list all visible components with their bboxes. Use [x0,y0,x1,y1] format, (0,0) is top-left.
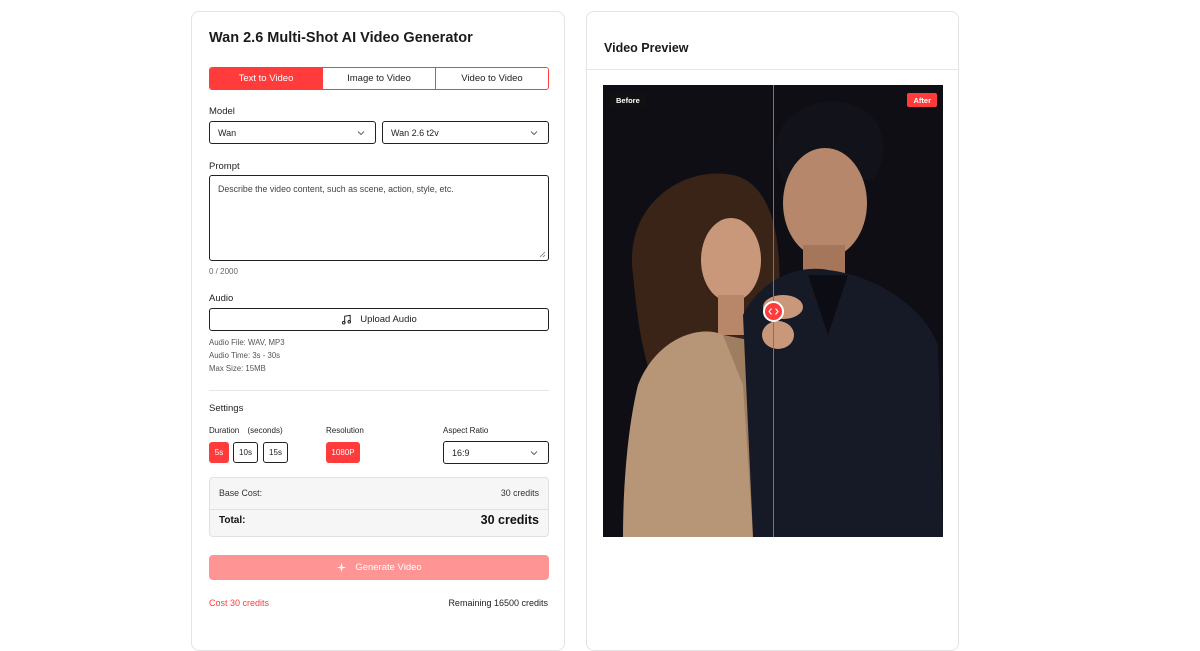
base-cost-value: 30 credits [500,488,539,498]
prompt-placeholder: Describe the video content, such as scen… [218,184,454,194]
mode-tabs: Text to Video Image to Video Video to Vi… [209,67,549,90]
total-value: 30 credits [480,513,539,527]
preview-panel: Video Preview Before After [586,11,959,651]
upload-audio-button[interactable]: Upload Audio [209,308,549,331]
chevron-down-icon [357,131,365,136]
resize-handle-icon[interactable] [539,251,546,258]
before-badge: Before [610,93,646,107]
preview-divider [587,69,958,70]
duration-option-15s[interactable]: 15s [263,442,288,463]
footer-remaining: Remaining 16500 credits [448,598,548,608]
music-note-icon [342,314,352,325]
prompt-char-counter: 0 / 2000 [209,267,238,276]
generate-video-label: Generate Video [355,562,422,573]
tab-image-to-video[interactable]: Image to Video [322,68,435,89]
audio-time-hint: Audio Time: 3s - 30s [209,351,281,360]
chevron-down-icon [530,451,538,456]
duration-option-5s[interactable]: 5s [209,442,229,463]
model-version-select[interactable]: Wan 2.6 t2v [382,121,549,144]
model-label: Model [209,106,235,117]
footer-cost: Cost 30 credits [209,598,270,608]
generate-video-button[interactable]: Generate Video [209,555,549,580]
aspect-ratio-label: Aspect Ratio [443,426,489,435]
prompt-textarea[interactable]: Describe the video content, such as scen… [209,175,549,261]
compare-arrows-icon [768,308,779,315]
generator-title: Wan 2.6 Multi-Shot AI Video Generator [209,30,473,46]
tab-video-to-video[interactable]: Video to Video [435,68,548,89]
tab-text-to-video[interactable]: Text to Video [210,68,322,89]
cost-summary: Base Cost: 30 credits Total: 30 credits [209,477,549,537]
duration-option-10s[interactable]: 10s [233,442,258,463]
cost-divider [210,509,548,510]
duration-label-text: Duration [209,426,240,435]
total-label: Total: [219,515,246,526]
upload-audio-label: Upload Audio [360,314,417,325]
before-after-comparison[interactable]: Before After [603,85,943,537]
settings-label: Settings [209,403,244,414]
resolution-option-1080p[interactable]: 1080P [326,442,360,463]
after-badge: After [907,93,937,107]
section-divider [209,390,549,391]
compare-slider-handle[interactable] [763,301,784,322]
audio-size-hint: Max Size: 15MB [209,364,266,373]
model-provider-value: Wan [218,127,237,138]
audio-label: Audio [209,293,234,304]
model-provider-select[interactable]: Wan [209,121,376,144]
audio-file-hint: Audio File: WAV, MP3 [209,338,285,347]
generator-panel: Wan 2.6 Multi-Shot AI Video Generator Te… [191,11,565,651]
resolution-label: Resolution [326,426,364,435]
prompt-label: Prompt [209,161,240,172]
sparkle-icon [337,562,347,573]
model-version-value: Wan 2.6 t2v [391,127,439,138]
base-cost-label: Base Cost: [219,488,263,498]
aspect-ratio-select[interactable]: 16:9 [443,441,549,464]
aspect-ratio-value: 16:9 [452,447,470,458]
chevron-down-icon [530,131,538,136]
duration-unit-text: (seconds) [247,426,283,435]
duration-label: Duration (seconds) [209,426,283,435]
preview-title: Video Preview [604,41,689,55]
